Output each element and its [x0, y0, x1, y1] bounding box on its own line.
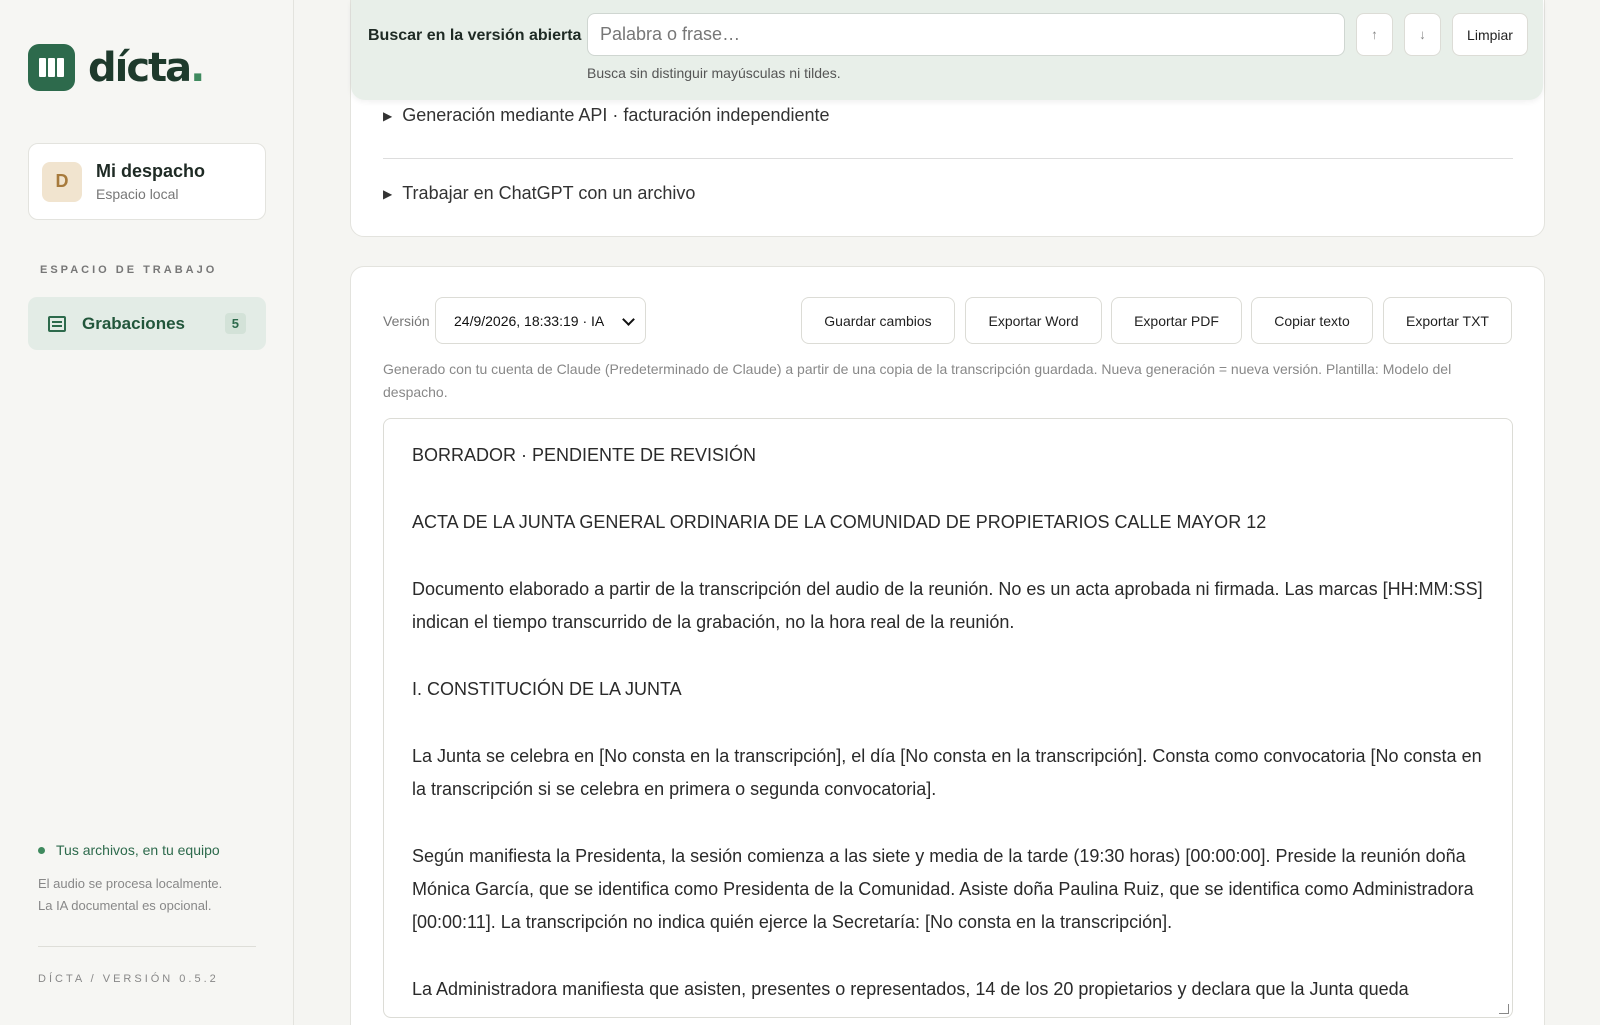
count-badge: 5 — [224, 313, 246, 334]
local-status: Tus archivos, en tu equipo — [38, 842, 220, 858]
disclosure-triangle-icon: ▶ — [383, 186, 393, 201]
details-api-generation[interactable]: ▶ Generación mediante API · facturación … — [383, 105, 830, 126]
previous-match-button[interactable]: ↑ — [1356, 13, 1393, 56]
list-icon — [48, 315, 66, 332]
divider — [383, 158, 1513, 159]
brand-logo[interactable]: dícta. — [28, 44, 205, 91]
details-chatgpt-file[interactable]: ▶ Trabajar en ChatGPT con un archivo — [383, 183, 695, 204]
brand-wordmark: dícta. — [88, 44, 205, 91]
details-label: Trabajar en ChatGPT con un archivo — [402, 183, 696, 203]
chevron-down-icon — [622, 313, 635, 326]
local-desc-line: El audio se procesa localmente. — [38, 876, 223, 891]
document-editor[interactable]: BORRADOR · PENDIENTE DE REVISIÓN ACTA DE… — [383, 418, 1513, 1018]
account-subtitle: Espacio local — [96, 186, 179, 202]
document-paragraph: La Junta se celebra en [No consta en la … — [412, 746, 1482, 799]
account-switcher[interactable]: D Mi despacho Espacio local — [28, 143, 266, 220]
disclosure-triangle-icon: ▶ — [383, 108, 393, 123]
local-status-description: El audio se procesa localmente. La IA do… — [38, 873, 222, 917]
resize-handle-icon[interactable] — [1499, 1004, 1509, 1014]
status-dot-icon — [38, 846, 45, 854]
arrow-down-icon: ↓ — [1419, 27, 1426, 42]
next-match-button[interactable]: ↓ — [1404, 13, 1441, 56]
avatar: D — [42, 161, 82, 202]
search-hint: Busca sin distinguir mayúsculas ni tilde… — [587, 65, 841, 81]
copy-text-button[interactable]: Copiar texto — [1251, 297, 1373, 344]
workspace-section-label: ESPACIO DE TRABAJO — [40, 264, 218, 276]
sidebar-item-grabaciones[interactable]: Grabaciones 5 — [28, 297, 266, 350]
search-bar: Buscar en la versión abierta ↑ ↓ Limpiar… — [351, 0, 1543, 100]
search-label: Buscar en la versión abierta — [368, 27, 582, 44]
local-status-title: Tus archivos, en tu equipo — [56, 842, 220, 858]
document-paragraph: Documento elaborado a partir de la trans… — [412, 579, 1483, 632]
search-input[interactable] — [587, 13, 1345, 56]
sidebar-item-label: Grabaciones — [82, 313, 185, 333]
version-select[interactable]: 24/9/2026, 18:33:19 · IA — [435, 297, 646, 344]
generation-note: Generado con tu cuenta de Claude (Predet… — [383, 361, 1452, 400]
sidebar: dícta. D Mi despacho Espacio local ESPAC… — [0, 0, 294, 1025]
version-label: Versión — [383, 313, 430, 329]
save-changes-button[interactable]: Guardar cambios — [801, 297, 955, 344]
local-desc-line: La IA documental es opcional. — [38, 898, 212, 913]
app-version: DÍCTA / VERSIÓN 0.5.2 — [38, 973, 219, 985]
divider — [38, 946, 256, 947]
export-word-button[interactable]: Exportar Word — [965, 297, 1102, 344]
document-paragraph: I. CONSTITUCIÓN DE LA JUNTA — [412, 679, 682, 699]
version-select-value: 24/9/2026, 18:33:19 · IA — [454, 312, 605, 329]
document-paragraph: La Administradora manifiesta que asisten… — [412, 979, 1409, 999]
arrow-up-icon: ↑ — [1371, 27, 1378, 42]
export-pdf-button[interactable]: Exportar PDF — [1111, 297, 1242, 344]
document-paragraph: BORRADOR · PENDIENTE DE REVISIÓN — [412, 445, 757, 465]
waveform-logo-icon — [28, 44, 75, 91]
document-paragraph: ACTA DE LA JUNTA GENERAL ORDINARIA DE LA… — [412, 512, 1267, 532]
clear-search-button[interactable]: Limpiar — [1452, 13, 1528, 56]
export-txt-button[interactable]: Exportar TXT — [1383, 297, 1512, 344]
details-label: Generación mediante API · facturación in… — [402, 105, 830, 125]
document-paragraph: Según manifiesta la Presidenta, la sesió… — [412, 846, 1474, 932]
account-name: Mi despacho — [96, 161, 206, 181]
